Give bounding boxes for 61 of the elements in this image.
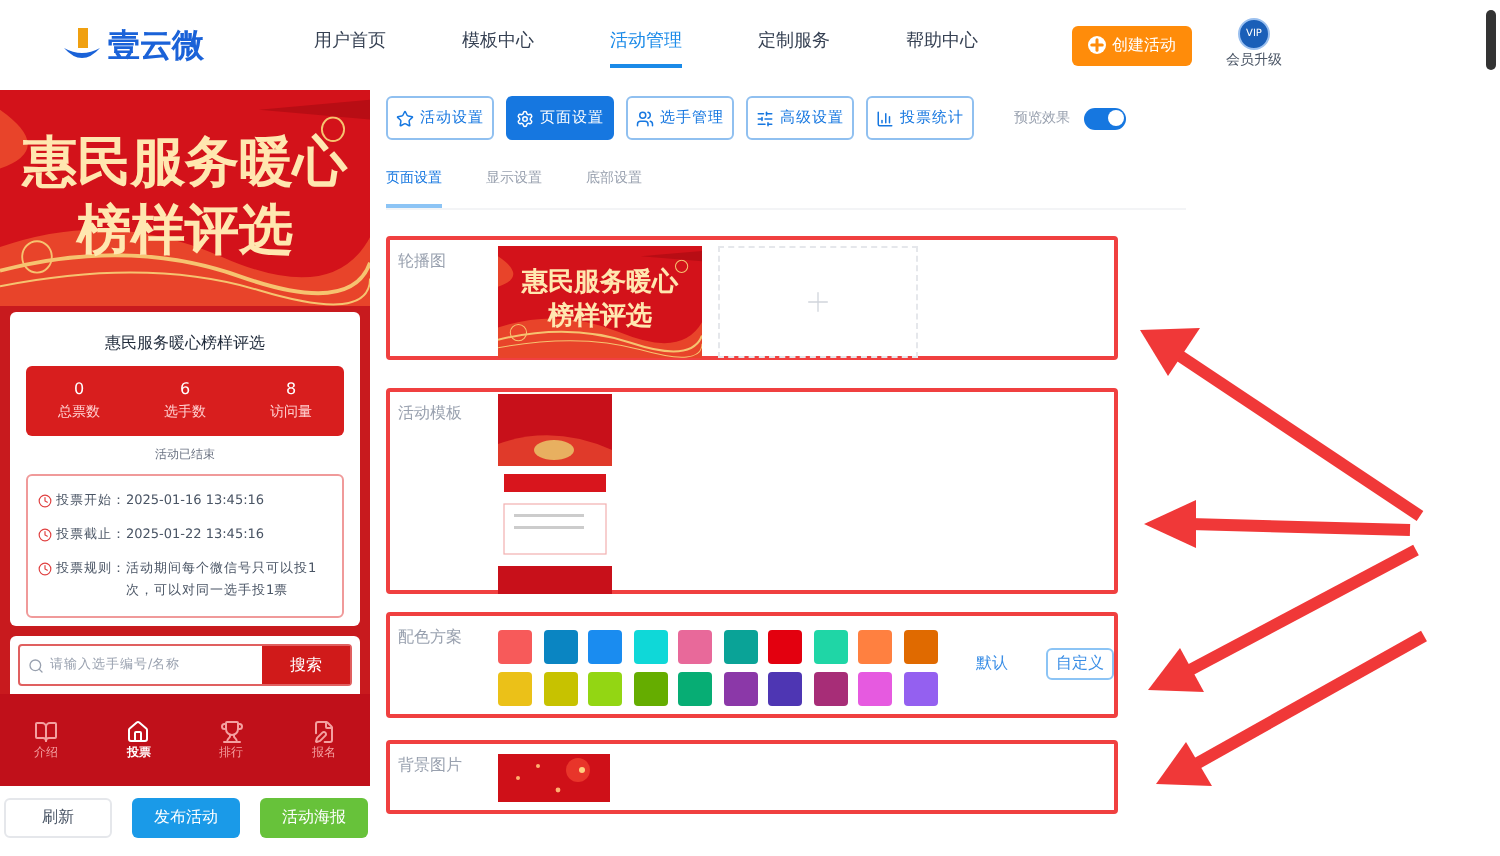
color-swatch[interactable]	[633, 630, 667, 664]
banner-title: 惠民服务暖心	[23, 130, 347, 198]
card-title: 惠民服务暖心榜样评选	[103, 332, 267, 356]
home-icon	[126, 719, 151, 743]
scrollbar-thumb[interactable]	[1486, 10, 1496, 70]
search-icon	[28, 658, 44, 674]
search-button[interactable]: 搜索	[262, 646, 350, 684]
banner-title: 惠民服务暖心	[522, 268, 678, 301]
preview-toggle[interactable]	[1084, 107, 1126, 129]
stat-value: 8	[285, 378, 297, 403]
nav-tab[interactable]: 帮助中心	[906, 21, 978, 69]
color-swatch[interactable]	[588, 672, 622, 706]
gear-icon	[516, 109, 534, 127]
color-swatch[interactable]	[903, 630, 937, 664]
custom-button[interactable]: 自定义	[1046, 648, 1114, 680]
nav-tab[interactable]: 用户首页	[314, 21, 386, 69]
color-swatch[interactable]	[498, 630, 532, 664]
nav-tab[interactable]: 定制服务	[758, 21, 830, 69]
clock-icon	[38, 494, 52, 508]
stat-value: 6	[179, 378, 191, 403]
clock-icon	[38, 528, 52, 542]
carousel-image[interactable]: 惠民服务暖心 榜样评选	[498, 245, 702, 357]
color-swatch[interactable]	[813, 630, 847, 664]
default-option[interactable]: 默认	[976, 652, 1008, 676]
bar-chart-icon	[876, 109, 894, 127]
form-icon	[311, 719, 336, 743]
section-label: 背景图片	[398, 753, 464, 777]
color-swatch[interactable]	[633, 672, 667, 706]
nav-tab[interactable]: 模板中心	[462, 21, 534, 69]
color-swatch[interactable]	[768, 672, 802, 706]
color-swatch[interactable]	[543, 630, 577, 664]
section-label: 配色方案	[398, 625, 464, 649]
nav-tab[interactable]: 活动管理	[610, 21, 682, 69]
book-icon	[34, 719, 59, 743]
banner-title: 榜样评选	[77, 198, 293, 266]
color-swatch[interactable]	[903, 672, 937, 706]
section-label: 活动模板	[398, 401, 464, 425]
action-button[interactable]: 刷新	[4, 798, 112, 838]
action-button[interactable]: 发布活动	[132, 798, 240, 838]
banner-title: 榜样评选	[548, 301, 652, 334]
color-swatch[interactable]	[498, 672, 532, 706]
section-label: 轮播图	[398, 249, 448, 273]
color-swatch[interactable]	[858, 672, 892, 706]
stat-value: 0	[73, 378, 85, 403]
color-swatch[interactable]	[678, 672, 712, 706]
users-icon	[636, 109, 654, 127]
logo-text: 壹云微	[108, 23, 204, 67]
color-swatch[interactable]	[723, 630, 757, 664]
clock-icon	[38, 562, 52, 576]
sliders-icon	[756, 109, 774, 127]
color-swatch[interactable]	[678, 630, 712, 664]
add-image-button[interactable]	[718, 245, 918, 357]
color-swatch[interactable]	[588, 630, 622, 664]
color-swatch[interactable]	[543, 672, 577, 706]
color-swatch[interactable]	[813, 672, 847, 706]
color-swatch[interactable]	[723, 672, 757, 706]
color-swatch[interactable]	[858, 630, 892, 664]
trophy-icon	[219, 719, 244, 743]
color-swatch[interactable]	[768, 630, 802, 664]
star-icon	[396, 109, 414, 127]
plus-icon	[1088, 36, 1106, 54]
